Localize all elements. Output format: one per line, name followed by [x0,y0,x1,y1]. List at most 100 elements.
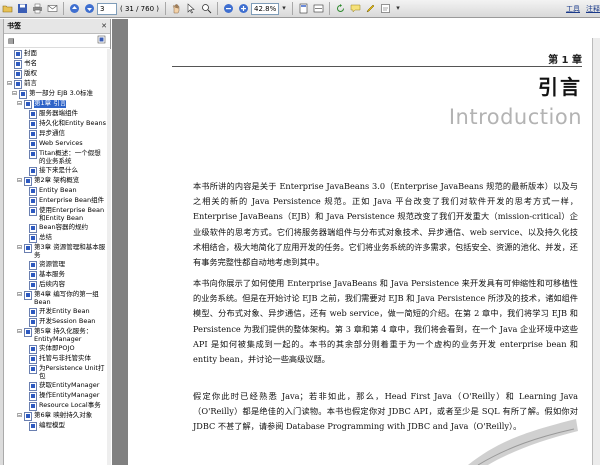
hand-tool-icon[interactable] [170,2,183,15]
bookmark-item[interactable]: 为Persistence Unit打包 [4,364,107,381]
bookmark-page-icon [29,234,37,243]
bookmark-page-icon [29,207,37,216]
expand-toggle-icon[interactable]: ⊟ [12,90,18,98]
bookmark-page-icon [29,261,37,270]
bookmark-item[interactable]: Entity Bean [4,186,107,196]
bookmark-item[interactable]: Resource Local事务 [4,401,107,411]
print-icon[interactable] [31,2,44,15]
bookmark-page-icon [29,120,37,129]
page-number-input[interactable]: 3 [97,2,117,15]
bookmark-item[interactable]: 接下来是什么 [4,166,107,176]
fit-page-icon[interactable] [297,2,310,15]
attach-icon[interactable] [379,2,392,15]
bookmark-page-icon [29,130,37,139]
bookmark-label: 获取EntityManager [39,381,100,389]
bookmark-item[interactable]: 书名 [4,59,107,69]
bookmark-item[interactable]: Web Services [4,139,107,149]
document-view: 第 1 章 引言 Introduction 本书所讲的内容是关于 Enterpr… [112,19,600,465]
bookmark-page-icon [29,150,37,159]
expand-toggle-icon[interactable]: ⊟ [7,80,13,88]
expand-toggle-icon[interactable]: ⊟ [17,328,23,336]
bookmark-page-icon [14,70,22,79]
bookmark-item[interactable]: 后续内容 [4,280,107,290]
highlight-icon[interactable] [364,2,377,15]
page-count: ( 31 / 760 ) [120,4,159,13]
expand-bookmark-icon[interactable] [97,35,106,46]
bookmark-item[interactable]: 开发Entity Bean [4,307,107,317]
save-icon[interactable] [16,2,29,15]
zoom-out-icon[interactable] [222,2,235,15]
bookmark-label: 异步通信 [39,129,65,137]
expand-toggle-icon[interactable]: ⊟ [17,177,23,185]
expand-toggle-icon[interactable]: ⊟ [17,244,23,252]
bookmark-item[interactable]: ⊟ 第1章 引言 [4,99,107,109]
bookmark-item[interactable]: 封面 [4,49,107,59]
bookmark-item[interactable]: ⊟ 第2章 架构概览 [4,176,107,186]
zoom-in-icon[interactable] [237,2,250,15]
bookmark-item[interactable]: 编程模型 [4,421,107,431]
bookmark-label: 总结 [39,233,52,241]
bookmark-item[interactable]: 版权 [4,69,107,79]
pdf-page: 第 1 章 引言 Introduction 本书所讲的内容是关于 Enterpr… [128,19,600,465]
bookmark-options-icon[interactable]: ▤ [8,37,15,45]
bookmark-item[interactable]: 操作EntityManager [4,391,107,401]
bookmark-item[interactable]: 异步通信 [4,129,107,139]
bookmark-item[interactable]: 开发Session Bean [4,317,107,327]
bookmark-label: 第1章 引言 [34,99,67,108]
bookmark-item[interactable]: Enterprise Bean组件 [4,196,107,206]
bookmark-item[interactable]: ⊟ 前言 [4,79,107,89]
expand-toggle-icon[interactable]: ⊟ [17,412,23,420]
bookmark-page-icon [24,412,32,421]
toolbar-separator [292,2,293,15]
bookmark-label: Enterprise Bean组件 [39,196,105,204]
bookmark-label: 接下来是什么 [39,166,78,174]
open-folder-icon[interactable] [1,2,14,15]
select-tool-icon[interactable] [185,2,198,15]
bookmark-item[interactable]: 总结 [4,233,107,243]
close-icon[interactable]: ✕ [101,22,107,30]
bookmark-item[interactable]: 基本服务 [4,270,107,280]
expand-toggle-icon[interactable]: ⊟ [17,100,23,108]
bookmark-page-icon [29,187,37,196]
bookmark-page-icon [14,50,22,59]
rotate-icon[interactable] [334,2,347,15]
email-icon[interactable] [46,2,59,15]
bookmark-page-icon [29,422,37,431]
marquee-zoom-icon[interactable] [200,2,213,15]
expand-toggle-icon[interactable]: ⊟ [17,291,23,299]
document-scrollbar[interactable] [592,38,600,465]
zoom-dropdown-icon[interactable]: ▾ [280,2,288,15]
bookmark-label: 前言 [24,79,37,87]
bookmark-list: 封面 书名 版权 ⊟ 前言 ⊟ 第一部分 EJB 3.0标准 ⊟ 第1章 引言 服务器端组件 持久化… [4,49,107,465]
bookmark-label: Resource Local事务 [39,401,101,409]
bookmark-item[interactable]: 托管与非托管实体 [4,354,107,364]
toolbar-separator [63,2,64,15]
previous-page-icon[interactable] [68,2,81,15]
bookmark-item[interactable]: ⊟ 第3章 资源管理和基本服务 [4,243,107,260]
bookmark-page-icon [14,80,22,89]
bookmark-item[interactable]: Titan概述：一个假想的业务系统 [4,149,107,166]
bookmark-item[interactable]: 资源管理 [4,260,107,270]
bookmark-item[interactable]: ⊟ 第4章 编写你的第一组Bean [4,290,107,307]
menu-tools[interactable]: 工具 [566,4,580,14]
bookmark-item[interactable]: 服务器端组件 [4,109,107,119]
bookmark-panel-title: 书签 [7,22,21,30]
bookmark-item[interactable]: 使用Enterprise Bean和Entity Bean [4,206,107,223]
toolbar: 3 ( 31 / 760 ) 42.8% ▾ ▾ 工具 注释 [0,0,600,18]
bookmark-label: 封面 [24,49,37,57]
menu-annotate[interactable]: 注释 [586,4,600,14]
fit-width-icon[interactable] [312,2,325,15]
bookmark-item[interactable]: 持久化和Entity Beans [4,119,107,129]
bookmark-item[interactable]: ⊟ 第一部分 EJB 3.0标准 [4,89,107,99]
bookmark-item[interactable]: 实体即POJO [4,344,107,354]
bookmark-item[interactable]: 获取EntityManager [4,381,107,391]
bookmark-item[interactable]: ⊟ 第5章 持久化服务：EntityManager [4,327,107,344]
comment-icon[interactable] [349,2,362,15]
next-page-icon[interactable] [83,2,96,15]
more-tools-icon[interactable]: ▾ [394,2,402,15]
bookmark-label: 操作EntityManager [39,391,100,399]
bookmark-item[interactable]: ⊟ 第6章 映射持久对象 [4,411,107,421]
zoom-level-input[interactable]: 42.8% [251,2,279,15]
bookmark-scrollbar[interactable] [107,49,111,465]
bookmark-item[interactable]: Bean容器的规约 [4,223,107,233]
